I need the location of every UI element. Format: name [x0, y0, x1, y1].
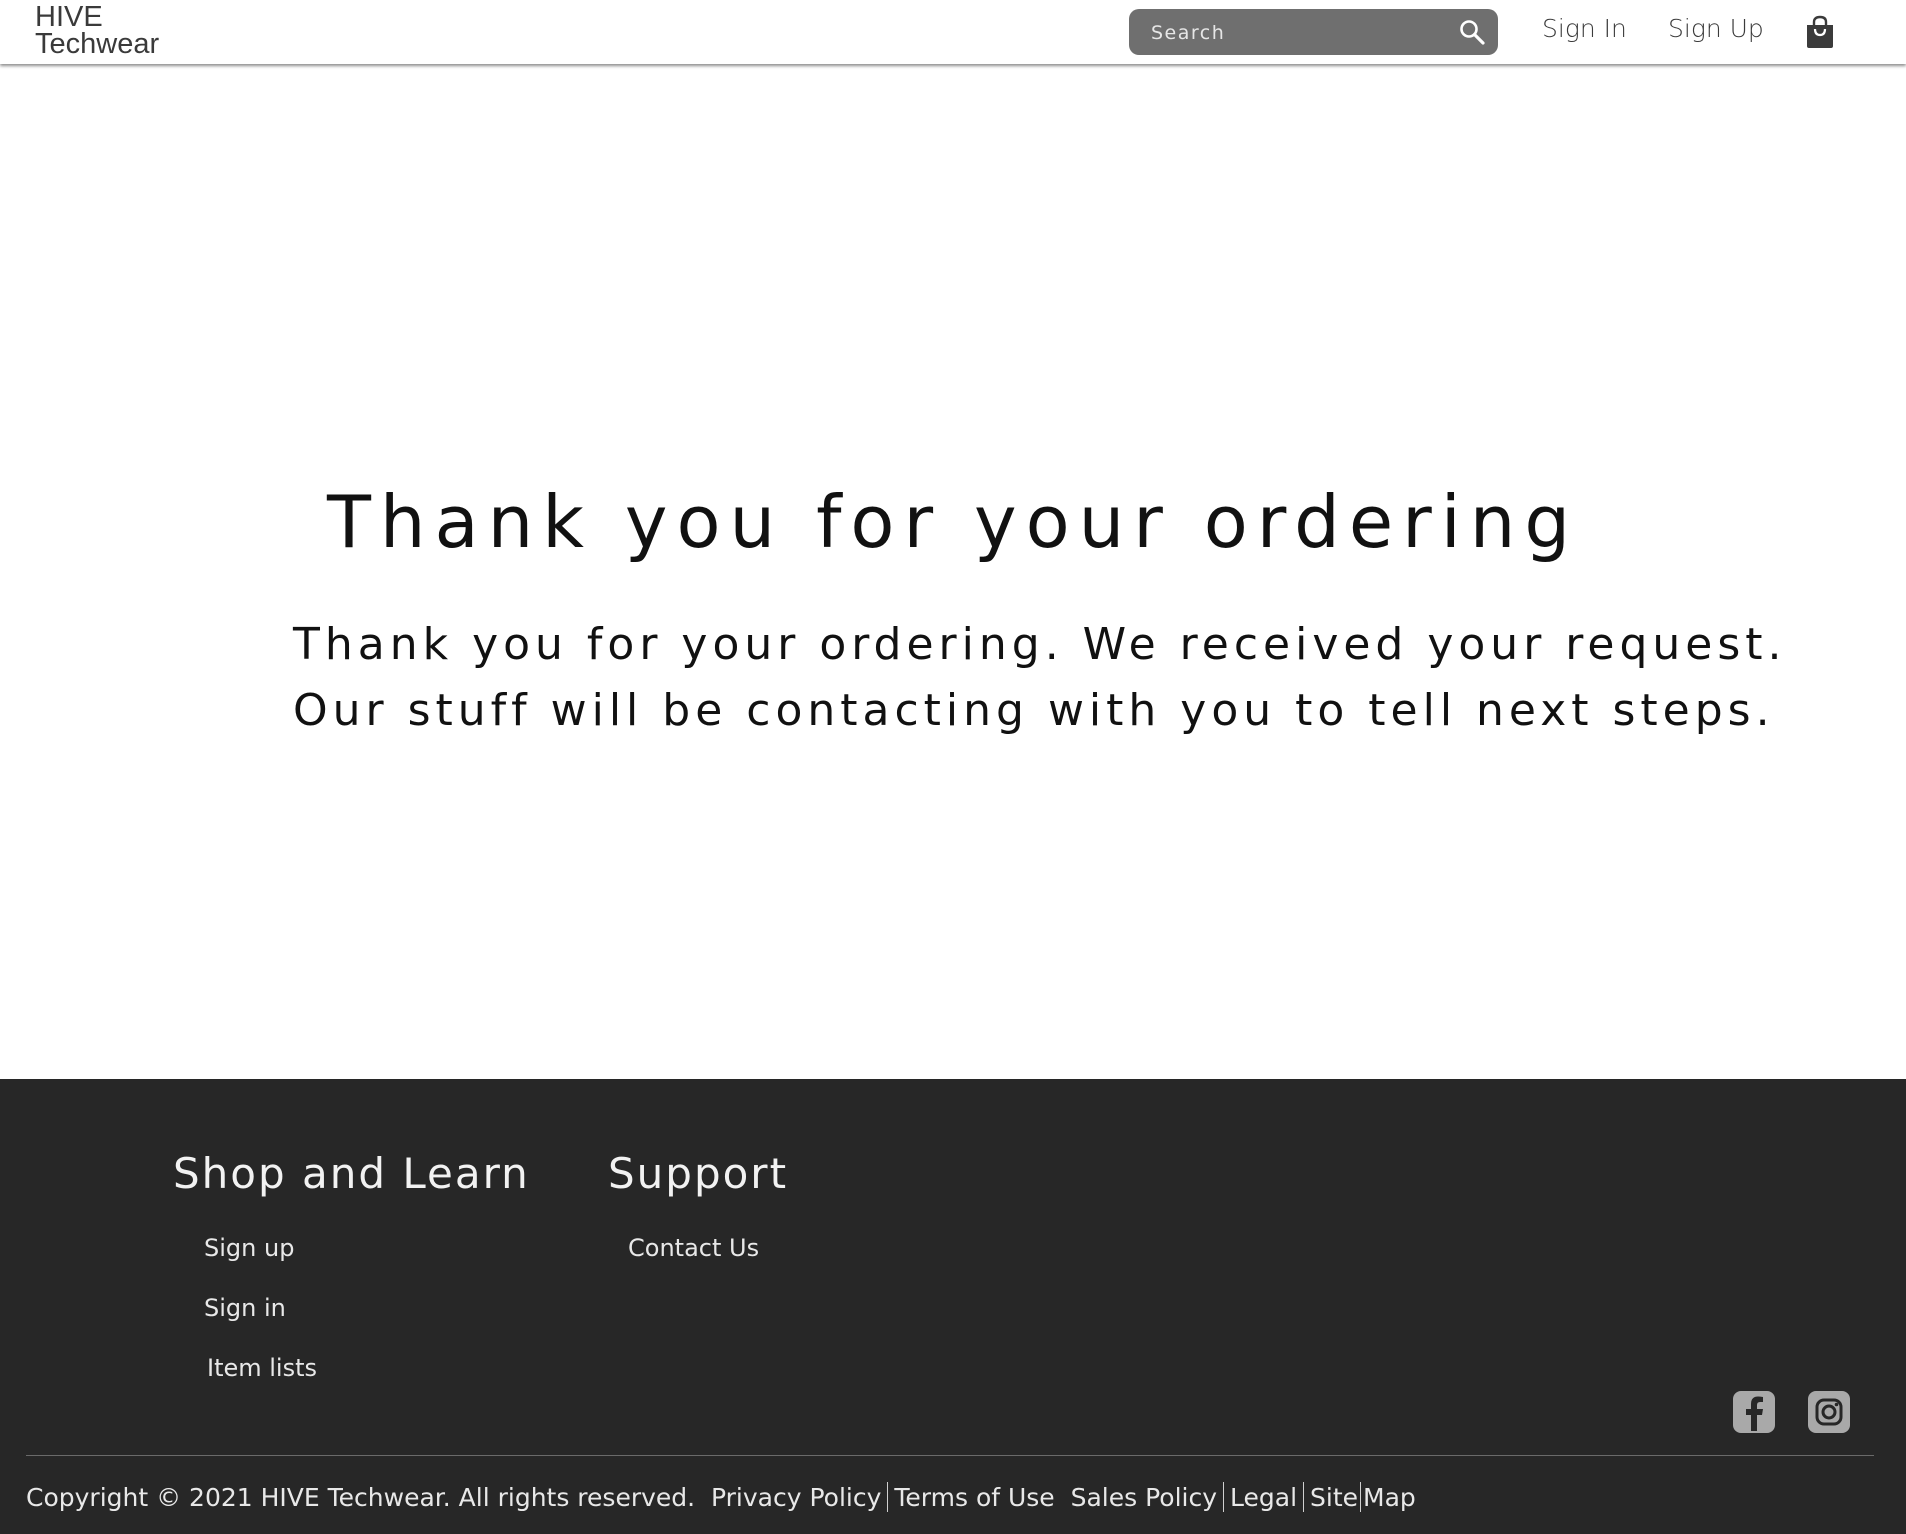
- instagram-icon[interactable]: [1808, 1391, 1850, 1433]
- site-link[interactable]: Site: [1310, 1483, 1358, 1512]
- legal-link[interactable]: Legal: [1230, 1483, 1297, 1512]
- search-icon[interactable]: [1458, 18, 1486, 46]
- logo[interactable]: HIVE Techwear: [35, 1, 160, 60]
- sign-in-link[interactable]: Sign In: [1542, 14, 1627, 43]
- footer-link-item-lists[interactable]: Item lists: [207, 1354, 317, 1382]
- shopping-bag-icon[interactable]: [1805, 15, 1835, 49]
- page-title: Thank you for your ordering: [326, 480, 1580, 564]
- footer-link-sign-in[interactable]: Sign in: [204, 1294, 286, 1322]
- footer-legal-bar: Copyright © 2021 HIVE Techwear. All righ…: [26, 1482, 1416, 1512]
- message-line-1: Thank you for your ordering. We received…: [293, 619, 1787, 670]
- site-footer: Shop and Learn Sign up Sign in Item list…: [0, 1079, 1906, 1534]
- site-header: HIVE Techwear Sign In Sign Up: [0, 0, 1906, 64]
- map-link[interactable]: Map: [1363, 1483, 1416, 1512]
- copyright-text: Copyright © 2021 HIVE Techwear. All righ…: [26, 1483, 696, 1512]
- search-bar: [1129, 9, 1498, 55]
- logo-line-1: HIVE: [35, 1, 103, 33]
- separator: [887, 1482, 889, 1512]
- message-line-2: Our stuff will be contacting with you to…: [293, 685, 1775, 736]
- footer-link-sign-up[interactable]: Sign up: [204, 1234, 294, 1262]
- logo-line-2: Techwear: [35, 28, 160, 60]
- search-input[interactable]: [1149, 17, 1453, 49]
- confirmation-message: Thank you for your ordering. We received…: [293, 612, 1787, 744]
- separator: [1303, 1482, 1305, 1512]
- sales-policy-link[interactable]: Sales Policy: [1071, 1483, 1217, 1512]
- separator: [1223, 1482, 1225, 1512]
- facebook-icon[interactable]: [1733, 1391, 1775, 1433]
- sign-up-link[interactable]: Sign Up: [1668, 14, 1764, 43]
- shop-and-learn-heading: Shop and Learn: [173, 1149, 530, 1198]
- privacy-policy-link[interactable]: Privacy Policy: [711, 1483, 881, 1512]
- footer-divider: [26, 1455, 1874, 1456]
- separator: [1360, 1482, 1362, 1512]
- support-heading: Support: [608, 1149, 789, 1198]
- terms-of-use-link[interactable]: Terms of Use: [894, 1483, 1054, 1512]
- footer-link-contact-us[interactable]: Contact Us: [628, 1234, 759, 1262]
